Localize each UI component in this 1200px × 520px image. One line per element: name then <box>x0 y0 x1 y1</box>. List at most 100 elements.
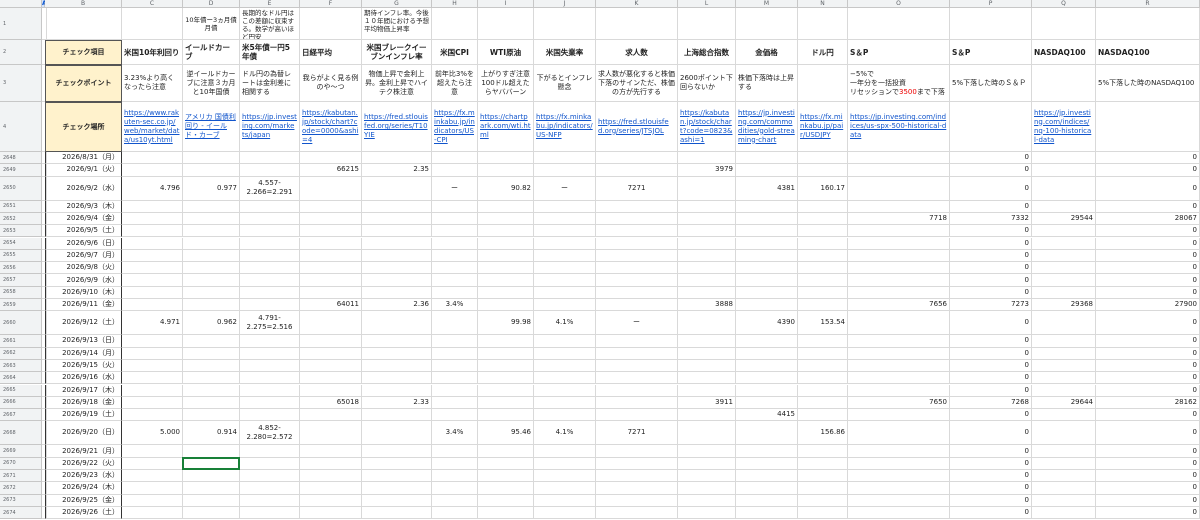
header-j[interactable]: 米国失業率 <box>534 40 596 65</box>
cell-c[interactable] <box>122 494 183 507</box>
row-header[interactable]: 2670 <box>0 457 42 470</box>
cell-f[interactable] <box>300 359 362 373</box>
cell-p[interactable]: 0 <box>950 286 1032 299</box>
cell-d[interactable] <box>183 396 240 410</box>
cell-g[interactable] <box>362 311 432 336</box>
cell-r[interactable]: 0 <box>1096 445 1200 458</box>
cell-e[interactable] <box>240 262 300 275</box>
column-header-g[interactable]: G <box>362 0 432 8</box>
cell-d[interactable] <box>183 506 240 520</box>
cell-n[interactable] <box>798 249 848 263</box>
row-header[interactable]: 2655 <box>0 249 42 263</box>
cell-d[interactable] <box>183 299 240 312</box>
cell-e[interactable] <box>240 274 300 287</box>
header-p[interactable]: S＆P <box>950 40 1032 65</box>
cell-i[interactable] <box>478 445 534 458</box>
row-header[interactable]: 2650 <box>0 176 42 201</box>
cell-d[interactable]: 0.914 <box>183 421 240 446</box>
cell-k[interactable]: 7271 <box>596 421 678 446</box>
cell-p[interactable]: 0 <box>950 384 1032 397</box>
cell-j[interactable] <box>534 506 596 520</box>
cell-j[interactable] <box>534 152 596 165</box>
date-cell[interactable]: 2026/9/9（水） <box>45 274 122 287</box>
active-cell-selection[interactable] <box>182 456 240 470</box>
cell-r[interactable]: 0 <box>1096 311 1200 336</box>
cell-i[interactable]: 90.82 <box>478 176 534 201</box>
cell-l[interactable] <box>678 347 736 360</box>
cell-k[interactable] <box>596 299 678 312</box>
cell-h[interactable] <box>432 262 478 275</box>
cell-m[interactable] <box>736 200 798 213</box>
cell-h[interactable] <box>432 212 478 226</box>
row-header[interactable]: 2656 <box>0 262 42 275</box>
cell-e[interactable] <box>240 445 300 458</box>
date-cell[interactable]: 2026/9/13（日） <box>45 335 122 348</box>
cell[interactable] <box>478 8 534 40</box>
cell-o[interactable] <box>848 176 950 201</box>
cell-e[interactable] <box>240 299 300 312</box>
cell-i[interactable] <box>478 249 534 263</box>
cell-h[interactable] <box>432 225 478 238</box>
cell-m[interactable] <box>736 299 798 312</box>
row-header[interactable]: 4 <box>0 102 42 152</box>
link-j[interactable]: https://fx.minkabu.jp/indicators/US-NFP <box>536 113 593 140</box>
checkpoint-g[interactable]: 物価上昇で金利上昇。金利上昇でハイテク株注意 <box>362 65 432 102</box>
cell-r[interactable]: 0 <box>1096 421 1200 446</box>
checkpoint-n[interactable] <box>798 65 848 102</box>
cell-l[interactable] <box>678 457 736 470</box>
date-cell[interactable]: 2026/8/31（月） <box>45 152 122 165</box>
cell-r[interactable]: 0 <box>1096 482 1200 495</box>
cell-k[interactable] <box>596 359 678 373</box>
cell-j[interactable] <box>534 457 596 470</box>
date-cell[interactable]: 2026/9/6（日） <box>45 237 122 250</box>
cell-c[interactable]: 5.000 <box>122 421 183 446</box>
cell-c[interactable] <box>122 384 183 397</box>
cell-l[interactable] <box>678 200 736 213</box>
cell[interactable] <box>432 8 478 40</box>
place-cell-k[interactable]: https://fred.stlouisfed.org/series/JTSJO… <box>596 102 678 152</box>
header-k[interactable]: 求人数 <box>596 40 678 65</box>
cell-f[interactable] <box>300 311 362 336</box>
column-header-i[interactable]: I <box>478 0 534 8</box>
cell-k[interactable] <box>596 506 678 520</box>
cell-h[interactable] <box>432 286 478 299</box>
cell-k[interactable]: 7271 <box>596 176 678 201</box>
cell-r[interactable]: 0 <box>1096 152 1200 165</box>
cell-c[interactable]: 4.796 <box>122 176 183 201</box>
cell-g[interactable] <box>362 262 432 275</box>
cell-q[interactable] <box>1032 372 1096 385</box>
cell-q[interactable] <box>1032 347 1096 360</box>
cell-g[interactable] <box>362 200 432 213</box>
cell-n[interactable]: 156.86 <box>798 421 848 446</box>
cell-g[interactable] <box>362 225 432 238</box>
cell-l[interactable] <box>678 335 736 348</box>
cell-l[interactable] <box>678 409 736 422</box>
cell-m[interactable] <box>736 396 798 410</box>
cell-e[interactable] <box>240 409 300 422</box>
cell-d[interactable] <box>183 237 240 250</box>
cell-c[interactable] <box>122 372 183 385</box>
cell-e[interactable] <box>240 164 300 177</box>
cell-n[interactable] <box>798 200 848 213</box>
cell-q[interactable]: 29644 <box>1032 396 1096 410</box>
cell-d[interactable]: 0.977 <box>183 176 240 201</box>
date-cell[interactable]: 2026/9/8（火） <box>45 262 122 275</box>
cell-o[interactable] <box>848 457 950 470</box>
cell-m[interactable] <box>736 359 798 373</box>
cell-e[interactable] <box>240 286 300 299</box>
cell-e[interactable] <box>240 470 300 483</box>
cell-j[interactable] <box>534 200 596 213</box>
place-cell-g[interactable]: https://fred.stlouisfed.org/series/T10YI… <box>362 102 432 152</box>
cell-g[interactable] <box>362 506 432 520</box>
column-header-d[interactable]: D <box>183 0 240 8</box>
cell-m[interactable] <box>736 372 798 385</box>
cell-l[interactable] <box>678 494 736 507</box>
cell-k[interactable] <box>596 286 678 299</box>
cell-i[interactable] <box>478 299 534 312</box>
cell-c[interactable] <box>122 299 183 312</box>
column-header-e[interactable]: E <box>240 0 300 8</box>
cell-o[interactable] <box>848 152 950 165</box>
cell-r[interactable]: 0 <box>1096 384 1200 397</box>
cell-h[interactable] <box>432 506 478 520</box>
cell-f[interactable] <box>300 347 362 360</box>
